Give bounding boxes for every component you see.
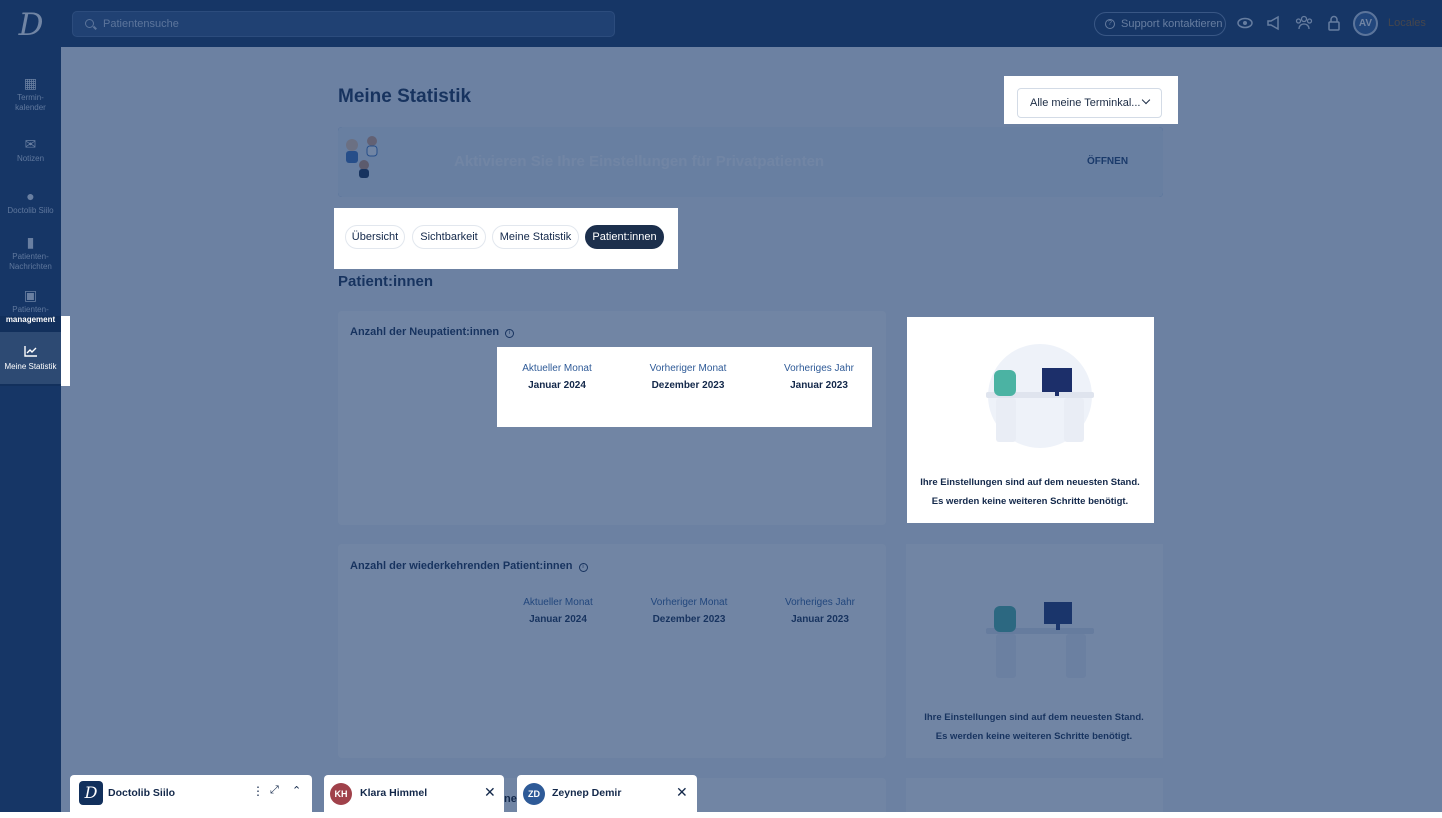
stat-value: Januar 2024 <box>528 380 586 391</box>
stat-previous-year: Vorheriges Jahr Januar 2023 <box>759 363 879 391</box>
desk-illustration <box>980 340 1100 455</box>
avatar: KH <box>330 783 352 805</box>
more-vertical-icon[interactable]: ⋮ <box>252 784 264 798</box>
status-line-1: Ihre Einstellungen sind auf dem neuesten… <box>924 712 1144 723</box>
stat-value: Januar 2024 <box>529 614 587 625</box>
support-button[interactable]: ? Support kontaktieren <box>1094 12 1226 36</box>
returning-patients-card <box>338 544 886 758</box>
status-message-1: Ihre Einstellungen sind auf dem neuesten… <box>906 473 1154 511</box>
stat-label: Aktueller Monat <box>523 597 593 608</box>
section-title: Patient:innen <box>338 273 434 290</box>
siilo-logo-icon: D <box>79 781 103 805</box>
siilo-dock-tab[interactable]: D Doctolib Siilo ⋮ ⤢ ⌃ <box>70 775 312 812</box>
stat-current-month: Aktueller Monat Januar 2024 <box>498 597 618 625</box>
support-label: Support kontaktieren <box>1121 18 1223 30</box>
sidebar-item-label: Doctolib Siilo <box>7 206 54 215</box>
sidebar-highlight-edge <box>61 316 70 386</box>
tab-meine-statistik[interactable]: Meine Statistik <box>492 225 579 249</box>
calendar-select-dropdown[interactable]: Alle meine Terminkal... <box>1017 88 1162 118</box>
sidebar-item-termin-kalender[interactable]: ▦ Termin- kalender <box>0 75 61 113</box>
desk-illustration <box>982 592 1098 689</box>
expand-icon[interactable]: ⤢ <box>270 784 279 797</box>
team-icon[interactable] <box>1294 14 1314 34</box>
stat-value: Januar 2023 <box>790 380 848 391</box>
top-bar: D Patientensuche ? Support kontaktieren … <box>0 0 1442 47</box>
sidebar-item-label: Termin- kalender <box>15 93 46 112</box>
stat-current-month: Aktueller Monat Januar 2024 <box>497 363 617 391</box>
sidebar-item-patienten-nachrichten[interactable]: ▮ Patienten- Nachrichten <box>0 234 61 272</box>
stat-label: Vorheriges Jahr <box>783 363 855 374</box>
locales-link[interactable]: Locales <box>1388 17 1426 29</box>
status-message-2: Ihre Einstellungen sind auf dem neuesten… <box>910 708 1158 746</box>
status-line-2: Es werden keine weiteren Schritte benöti… <box>931 496 1129 507</box>
help-icon: ? <box>1105 19 1115 29</box>
clipboard-icon: ▣ <box>23 287 38 303</box>
status-card-3 <box>906 778 1163 812</box>
banner-title: Aktivieren Sie Ihre Einstellungen für Pr… <box>454 153 825 170</box>
doctolib-logo[interactable]: D <box>14 8 48 42</box>
status-line-1: Ihre Einstellungen sind auf dem neuesten… <box>920 477 1140 488</box>
stat-previous-month: Vorheriger Monat Dezember 2023 <box>629 597 749 625</box>
calendar-icon: ▦ <box>23 75 38 91</box>
stat-value: Dezember 2023 <box>652 614 726 625</box>
patient-search-input[interactable]: Patientensuche <box>72 11 615 37</box>
chat-icon: ● <box>26 188 35 204</box>
megaphone-icon[interactable] <box>1264 14 1284 34</box>
stat-previous-month: Vorheriger Monat Dezember 2023 <box>628 363 748 391</box>
close-icon[interactable]: ✕ <box>676 784 688 801</box>
user-avatar[interactable]: AV <box>1353 11 1378 36</box>
chart-icon <box>0 344 61 360</box>
tab-patientinnen[interactable]: Patient:innen <box>585 225 664 249</box>
info-icon[interactable]: i <box>505 329 515 338</box>
stat-label: Vorheriges Jahr <box>784 597 856 608</box>
chat-dock-tab-zeynep[interactable]: ZD Zeynep Demir ✕ <box>517 775 697 812</box>
close-icon[interactable]: ✕ <box>484 784 496 801</box>
app-window: D Patientensuche ? Support kontaktieren … <box>0 0 1442 812</box>
chevron-up-icon[interactable]: ⌃ <box>292 784 301 797</box>
stat-label: Vorheriger Monat <box>650 597 728 608</box>
sidebar-item-doctolib-siilo[interactable]: ● Doctolib Siilo <box>0 188 61 216</box>
stat-value: Dezember 2023 <box>651 380 725 391</box>
stat-label: Vorheriger Monat <box>649 363 727 374</box>
chat-name: Zeynep Demir <box>552 787 622 799</box>
dropdown-value: Alle meine Terminkal... <box>1030 97 1141 109</box>
chevron-down-icon <box>1141 95 1151 105</box>
sidebar-item-label: Patienten- <box>12 305 49 314</box>
banner-open-button[interactable]: ÖFFNEN <box>1076 147 1139 177</box>
stat-label: Aktueller Monat <box>522 363 592 374</box>
sidebar-item-label: Patienten- Nachrichten <box>9 252 52 271</box>
siilo-label: Doctolib Siilo <box>108 787 176 799</box>
card-title-text: Anzahl der wiederkehrenden Patient:innen <box>350 560 573 572</box>
info-icon[interactable]: i <box>578 563 588 572</box>
lock-icon[interactable] <box>1324 14 1344 34</box>
avatar: ZD <box>523 783 545 805</box>
chat-dock-tab-klara[interactable]: KH Klara Himmel ✕ <box>324 775 504 812</box>
bottom-strip <box>0 812 1442 818</box>
search-placeholder: Patientensuche <box>103 18 179 30</box>
returning-patients-title: Anzahl der wiederkehrenden Patient:innen… <box>350 560 588 572</box>
sidebar-item-label: Meine Statistik <box>4 362 57 371</box>
tab-uebersicht[interactable]: Übersicht <box>345 225 405 249</box>
sidebar-item-meine-statistik[interactable]: Meine Statistik <box>0 332 61 384</box>
message-icon: ▮ <box>26 234 35 250</box>
page-title: Meine Statistik <box>338 86 472 107</box>
card-title-text: Anzahl der Neupatient:innen <box>350 326 500 338</box>
eye-icon[interactable] <box>1235 14 1255 34</box>
sidebar: ▦ Termin- kalender ✉ Notizen ● Doctolib … <box>0 47 61 812</box>
mail-icon: ✉ <box>24 136 37 152</box>
partial-text: ne <box>504 793 517 805</box>
chat-name: Klara Himmel <box>360 787 428 799</box>
tab-sichtbarkeit[interactable]: Sichtbarkeit <box>412 225 486 249</box>
status-line-2: Es werden keine weiteren Schritte benöti… <box>935 731 1133 742</box>
sidebar-item-management-label2: management <box>5 315 56 324</box>
stat-previous-year: Vorheriges Jahr Januar 2023 <box>760 597 880 625</box>
sidebar-item-patienten-management[interactable]: ▣ Patienten- <box>0 287 61 315</box>
sidebar-item-notizen[interactable]: ✉ Notizen <box>0 136 61 164</box>
new-patients-title: Anzahl der Neupatient:innen i <box>350 326 515 338</box>
search-icon <box>85 19 94 28</box>
stat-value: Januar 2023 <box>791 614 849 625</box>
sidebar-item-label: Notizen <box>16 154 45 163</box>
